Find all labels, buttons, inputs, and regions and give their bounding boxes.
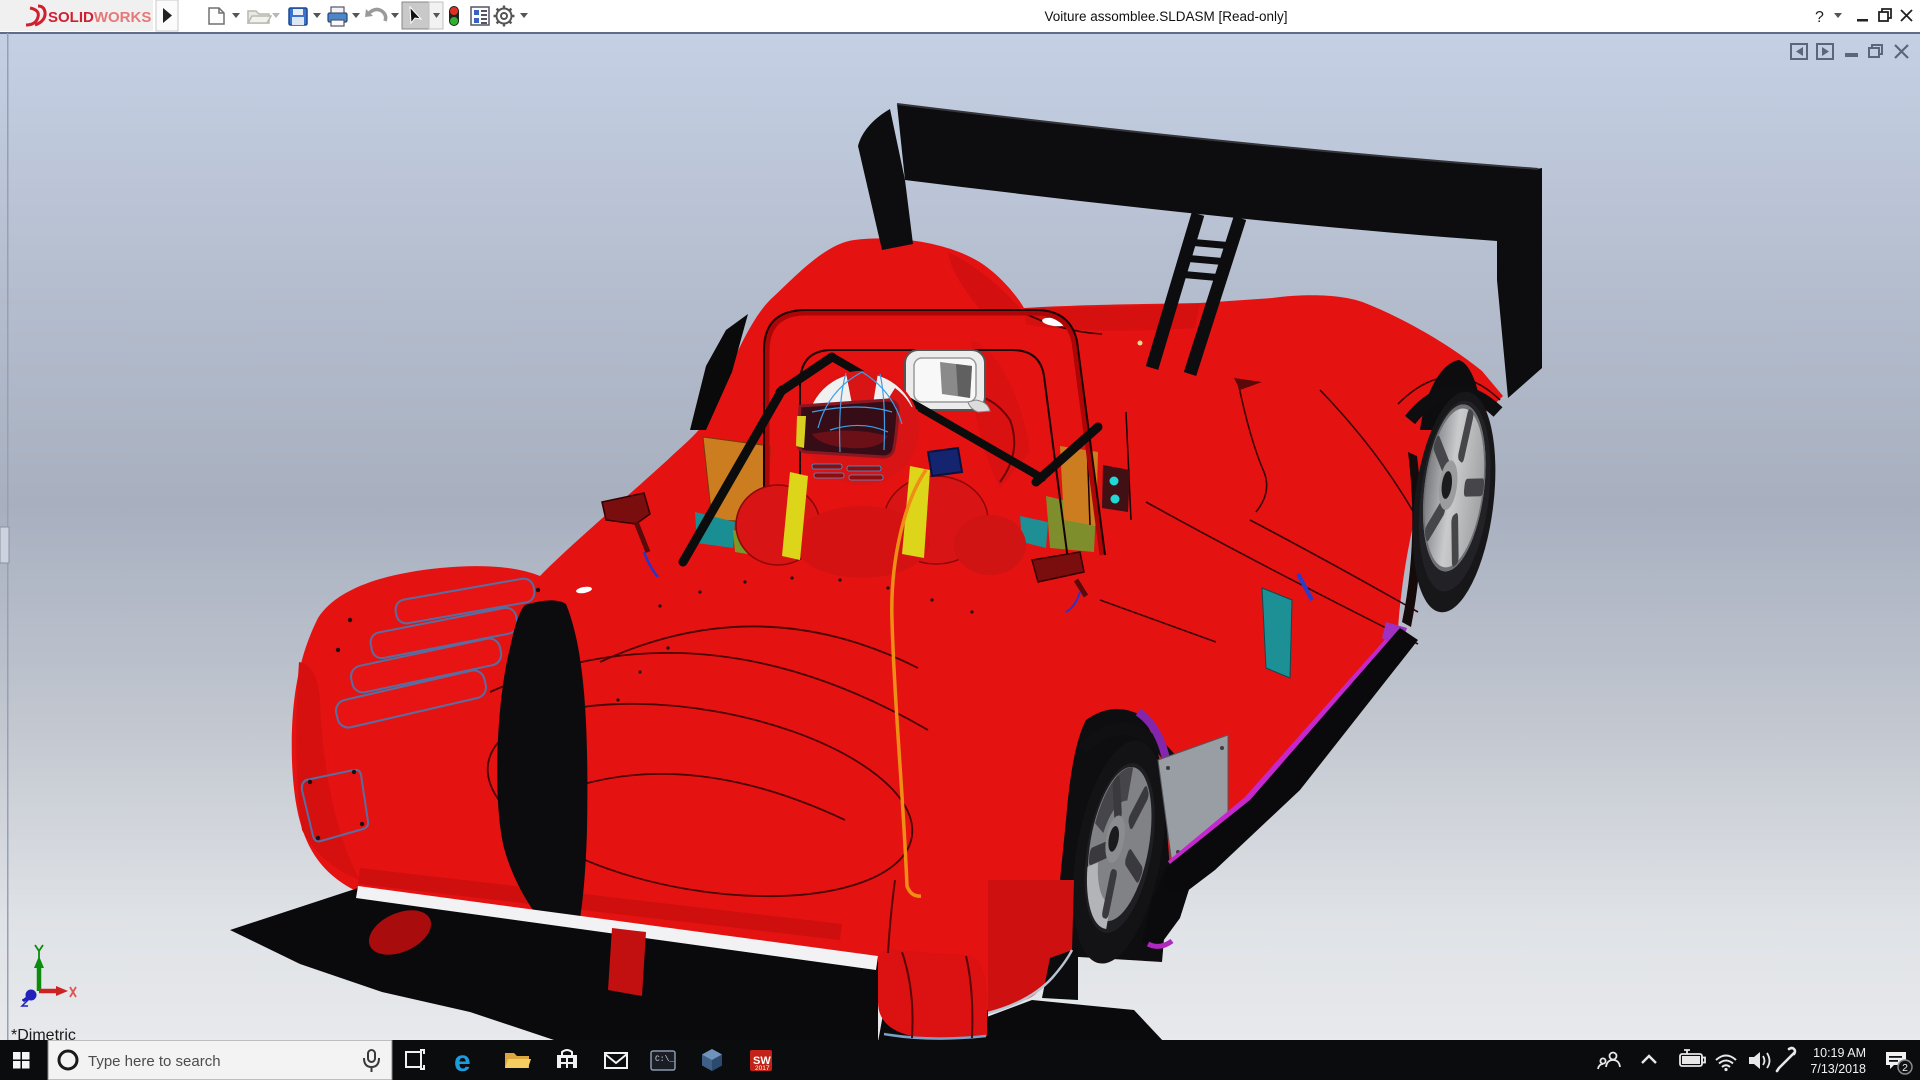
svg-text:2017: 2017 xyxy=(755,1065,770,1072)
svg-text:10:19 AM: 10:19 AM xyxy=(1813,1046,1866,1060)
svg-text:SOLIDWORKS: SOLIDWORKS xyxy=(48,9,151,26)
svg-text:Type here to search: Type here to search xyxy=(88,1053,221,1070)
svg-text:2: 2 xyxy=(1902,1062,1908,1074)
svg-text:Voiture assomblee.SLDASM [Read: Voiture assomblee.SLDASM [Read-only] xyxy=(1044,9,1287,24)
svg-text:*Dimetric: *Dimetric xyxy=(11,1027,76,1040)
svg-text:7/13/2018: 7/13/2018 xyxy=(1810,1062,1866,1076)
svg-text:e: e xyxy=(454,1045,471,1078)
svg-text:?: ? xyxy=(1815,9,1824,26)
svg-text:C:\_: C:\_ xyxy=(655,1055,674,1064)
